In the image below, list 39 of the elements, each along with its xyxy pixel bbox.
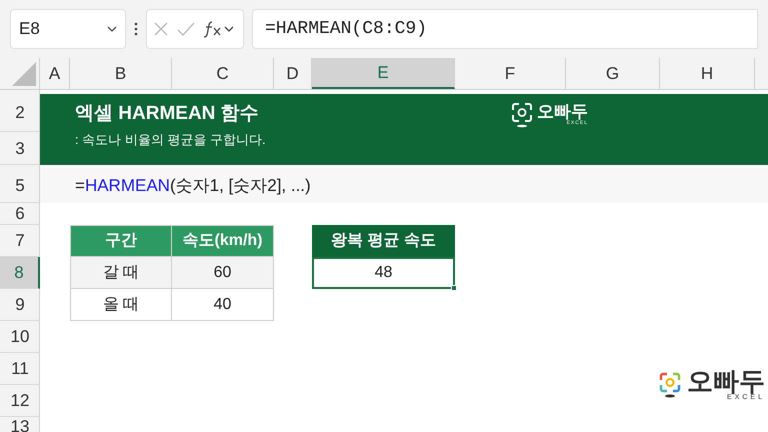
- result-value: 48: [374, 263, 392, 283]
- column-header[interactable]: A: [40, 58, 70, 89]
- logo-text: 오빠두: [687, 368, 765, 394]
- logo-text: 오빠두: [537, 103, 588, 120]
- caret-icon: [107, 26, 117, 32]
- column-header[interactable]: B: [70, 58, 172, 89]
- function-icon[interactable]: [203, 20, 233, 38]
- row-header[interactable]: 13: [0, 417, 40, 432]
- formula-text: =HARMEAN(C8:C9): [265, 18, 428, 40]
- row-header[interactable]: 8: [0, 257, 40, 289]
- row-header[interactable]: 6: [0, 203, 40, 225]
- more-options-icon[interactable]: [134, 22, 138, 36]
- row-header[interactable]: 9: [0, 289, 40, 321]
- column-header[interactable]: E: [312, 58, 455, 89]
- column-header[interactable]: C: [172, 58, 274, 89]
- row-header[interactable]: 12: [0, 385, 40, 417]
- result-header: 왕복 평균 속도: [312, 225, 455, 257]
- table-header: 구간: [70, 225, 172, 257]
- table-cell: 올 때: [70, 289, 172, 321]
- column-header[interactable]: H: [660, 58, 755, 89]
- formula-bar[interactable]: =HARMEAN(C8:C9): [252, 9, 758, 49]
- fill-handle[interactable]: [451, 285, 457, 291]
- table-cell: 갈 때: [70, 257, 172, 289]
- row-header[interactable]: 11: [0, 353, 40, 385]
- camera-frame-icon: [659, 372, 681, 398]
- banner-title: 엑셀 HARMEAN 함수: [75, 102, 260, 126]
- row-header[interactable]: 10: [0, 321, 40, 353]
- table-header: 속도(km/h): [172, 225, 274, 257]
- camera-frame-icon: [511, 102, 533, 128]
- table-cell: 60: [172, 257, 274, 289]
- result-cell[interactable]: 48: [312, 257, 455, 289]
- check-icon[interactable]: [177, 21, 195, 37]
- syntax-text: =HARMEAN(숫자1, [숫자2], ...): [75, 174, 311, 197]
- table-cell: 40: [172, 289, 274, 321]
- column-header[interactable]: F: [455, 58, 566, 89]
- cell-reference: E8: [19, 18, 40, 40]
- banner-subtitle: : 속도나 비율의 평균을 구합니다.: [75, 132, 266, 148]
- name-box[interactable]: E8: [10, 9, 126, 49]
- column-header[interactable]: G: [566, 58, 660, 89]
